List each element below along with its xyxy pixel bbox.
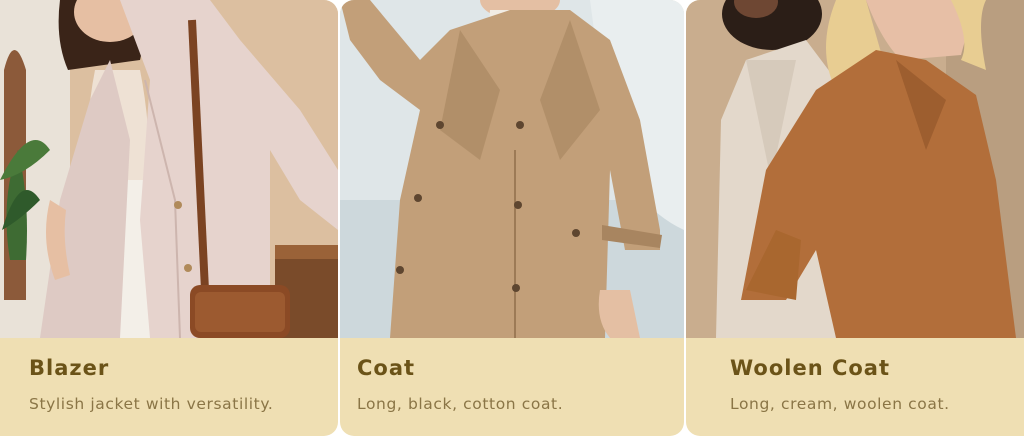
product-card-row: Blazer Stylish jacket with versatility. <box>0 0 1024 436</box>
product-image-blazer[interactable] <box>0 0 338 338</box>
product-image-woolen-coat[interactable] <box>686 0 1024 338</box>
product-title[interactable]: Woolen Coat <box>730 356 890 380</box>
product-description: Stylish jacket with versatility. <box>29 395 274 413</box>
product-card-woolen-coat[interactable]: Woolen Coat Long, cream, woolen coat. <box>686 0 1024 436</box>
product-card-blazer[interactable]: Blazer Stylish jacket with versatility. <box>0 0 338 436</box>
product-description: Long, cream, woolen coat. <box>730 395 950 413</box>
product-image-coat[interactable] <box>340 0 684 338</box>
product-card-coat[interactable]: Coat Long, black, cotton coat. <box>340 0 684 436</box>
product-description: Long, black, cotton coat. <box>357 395 564 413</box>
product-title[interactable]: Blazer <box>29 356 109 380</box>
product-title[interactable]: Coat <box>357 356 415 380</box>
